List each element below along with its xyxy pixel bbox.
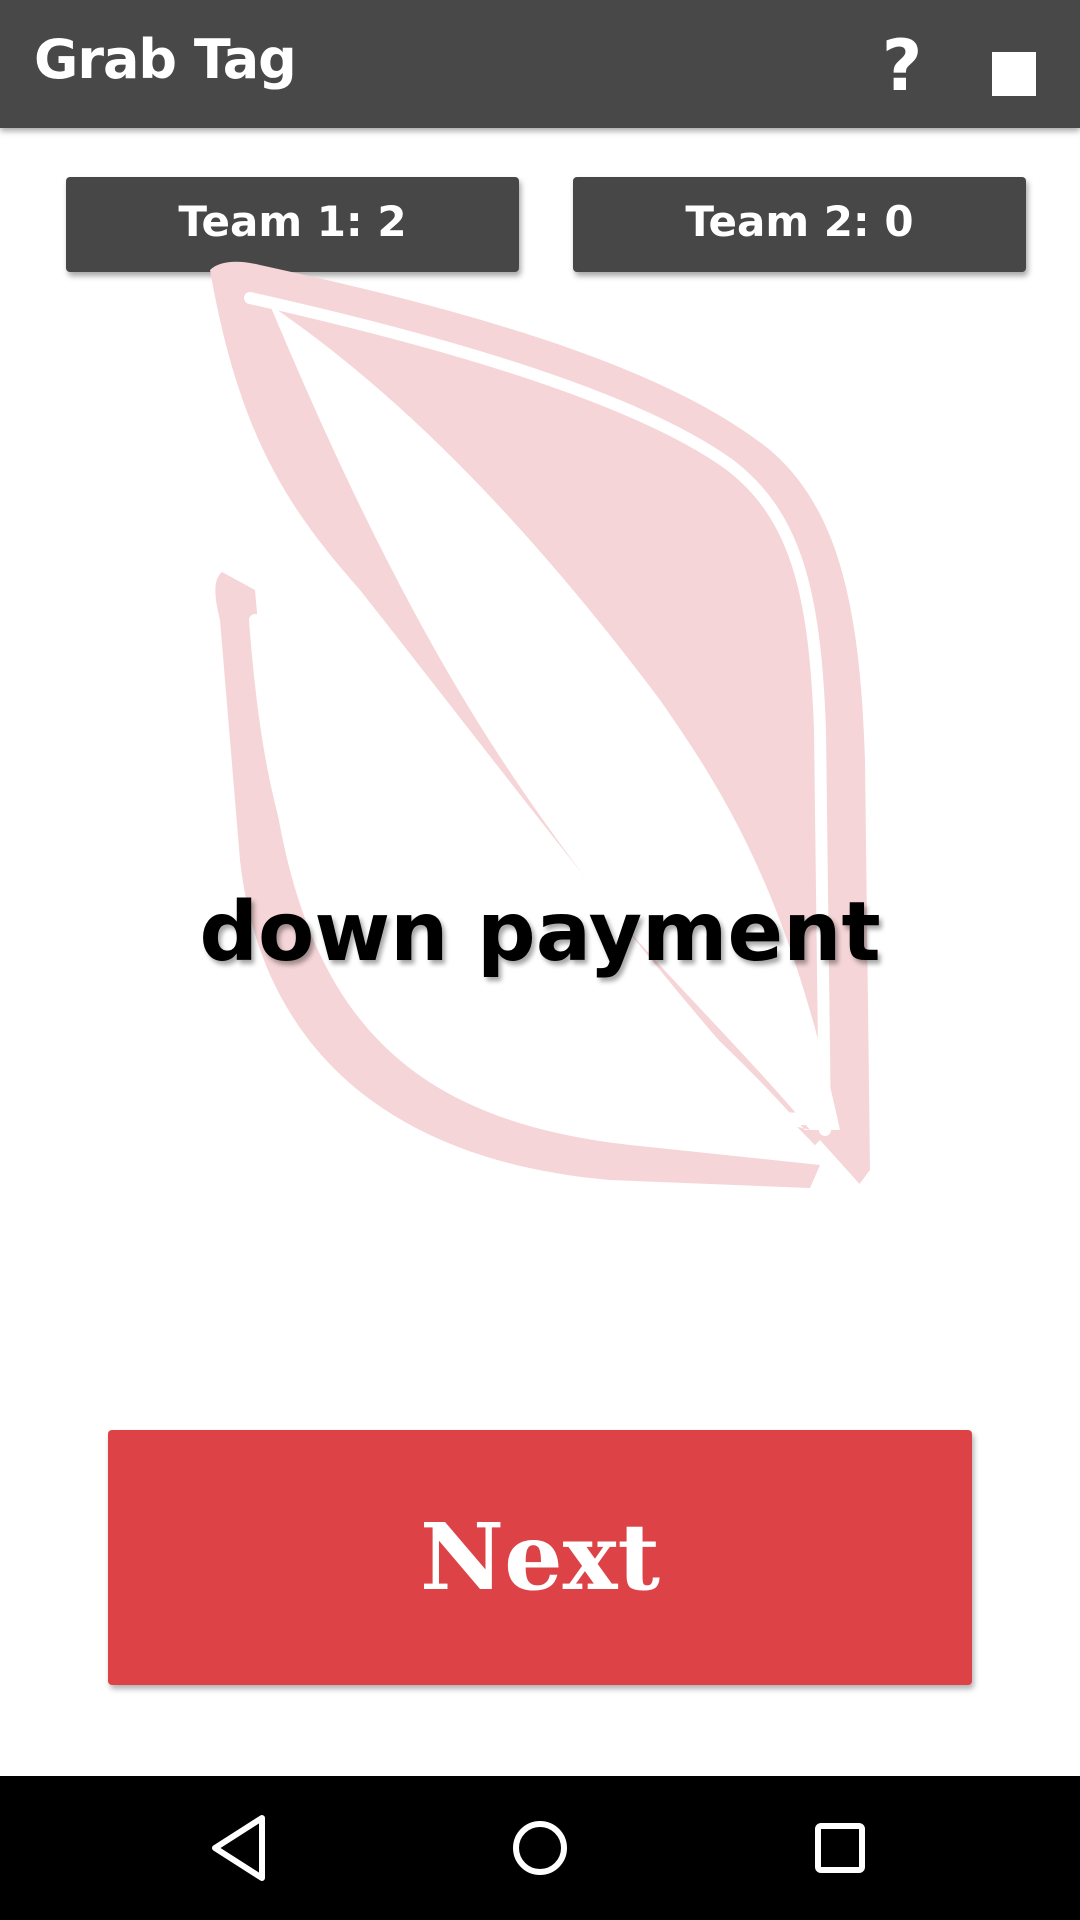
home-icon[interactable] [490, 1798, 590, 1898]
word-text: down payment [199, 885, 881, 980]
navigation-bar [0, 1776, 1080, 1920]
stop-icon[interactable] [992, 52, 1036, 96]
team2-score-button[interactable]: Team 2: 0 [573, 177, 1026, 272]
leaf-logo-icon [210, 261, 870, 1195]
help-button[interactable]: ? [870, 26, 934, 106]
recents-icon[interactable] [790, 1798, 890, 1898]
app-title: Grab Tag [34, 28, 297, 91]
app-bar: Grab Tag ? [0, 0, 1080, 128]
team1-score-button[interactable]: Team 1: 2 [66, 177, 519, 272]
back-icon[interactable] [190, 1798, 290, 1898]
next-button[interactable]: Next [108, 1430, 972, 1685]
